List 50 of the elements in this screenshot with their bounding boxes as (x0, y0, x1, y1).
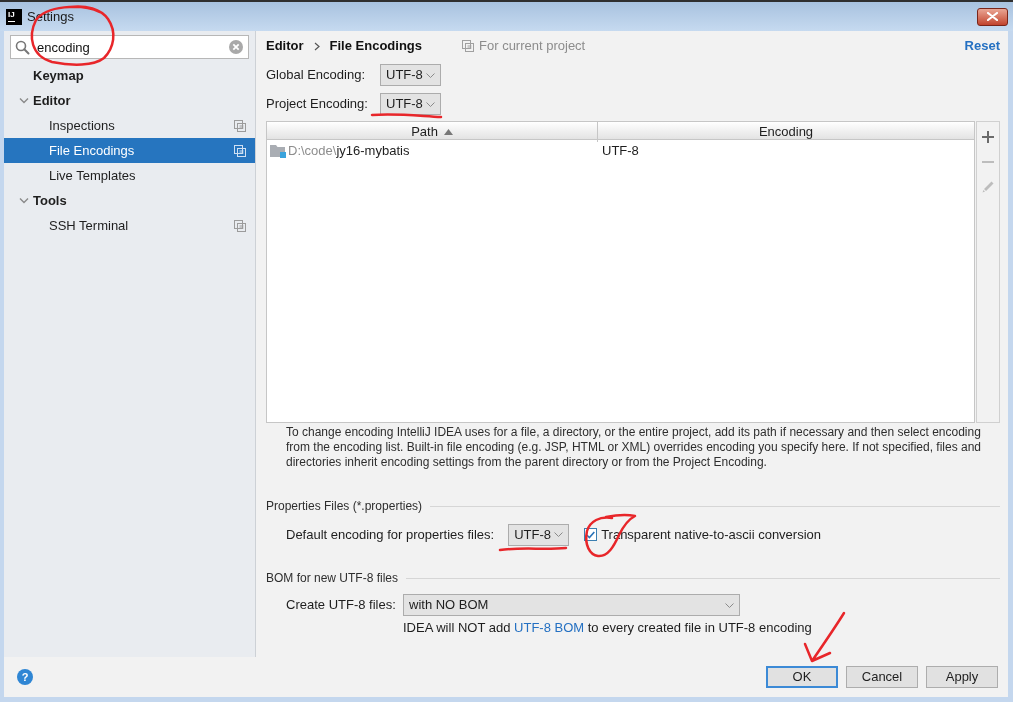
encoding-dropdown[interactable]: UTF-8 (380, 93, 441, 115)
help-button[interactable]: ? (17, 669, 33, 685)
search-icon (15, 40, 30, 55)
tree-item[interactable]: Keymap (4, 63, 255, 88)
column-header[interactable]: Encoding (598, 122, 974, 142)
table-cell-text: D:\code\jy16-mybatis (288, 142, 410, 161)
column-header[interactable]: Path (267, 122, 598, 142)
close-icon (987, 12, 998, 21)
plus-icon (982, 130, 994, 143)
stacked-pages-icon (462, 40, 475, 52)
breadcrumb-item: File Encodings (329, 37, 423, 56)
reset-link[interactable]: Reset (964, 36, 1000, 56)
section-title: BOM for new UTF-8 files (266, 570, 399, 587)
check-icon (586, 530, 596, 539)
underline-annotation (498, 546, 568, 552)
folder-icon (270, 144, 286, 158)
field-label: Default encoding for properties files: (286, 525, 495, 544)
scope-label: For current project (479, 37, 586, 56)
field-label: Project Encoding: (266, 95, 369, 114)
dialog-button[interactable]: OK (766, 666, 838, 688)
encoding-dropdown[interactable]: UTF-8 (380, 64, 441, 86)
tree-item[interactable]: Inspections (4, 113, 255, 138)
utf8-bom-link[interactable]: UTF-8 BOM (514, 620, 585, 635)
dialog-button[interactable]: Cancel (846, 666, 918, 688)
help-text: To change encoding IntelliJ IDEA uses for a file, a directory, or the entire project, add its path if necessary and then select encoding from the encoding list. Built-in file encoding (e.g. JSP, HTML or XML) overrides encoding you specify here. If not specified, files and directories inherit encoding settings from the parent directory or from the Project Encoding. (286, 425, 982, 470)
chevron-down-icon (554, 532, 564, 537)
table-cell: UTF-8 (602, 143, 639, 159)
clear-icon (229, 40, 243, 54)
chevron-down-icon (426, 101, 435, 107)
tree-item[interactable]: File Encodings (4, 138, 255, 163)
breadcrumb-item[interactable]: Editor (266, 36, 304, 56)
tree-item[interactable]: Tools (4, 188, 255, 213)
chevron-down-icon (725, 602, 734, 608)
encoding-dropdown[interactable]: UTF-8 (508, 523, 570, 546)
app-logo: IJ (6, 8, 22, 25)
close-button[interactable] (977, 7, 1008, 26)
tree-item[interactable]: SSH Terminal (4, 213, 255, 238)
tree-item[interactable]: Editor (4, 88, 255, 113)
chevron-right-icon (313, 41, 320, 51)
section-title: Properties Files (*.properties) (266, 498, 423, 515)
dialog-button[interactable]: Apply (926, 666, 998, 688)
chevron-down-icon (426, 72, 435, 78)
field-label: Global Encoding: (266, 66, 366, 85)
tree-item[interactable]: Live Templates (4, 163, 255, 188)
bom-note: IDEA will NOT add UTF-8 BOM to every created file in UTF-8 encoding (403, 619, 813, 637)
minus-icon (982, 160, 994, 163)
search-field[interactable]: encoding (10, 35, 249, 59)
pencil-icon (981, 180, 995, 193)
field-label: Create UTF-8 files: (286, 596, 397, 615)
bom-dropdown[interactable]: with NO BOM (403, 594, 740, 616)
